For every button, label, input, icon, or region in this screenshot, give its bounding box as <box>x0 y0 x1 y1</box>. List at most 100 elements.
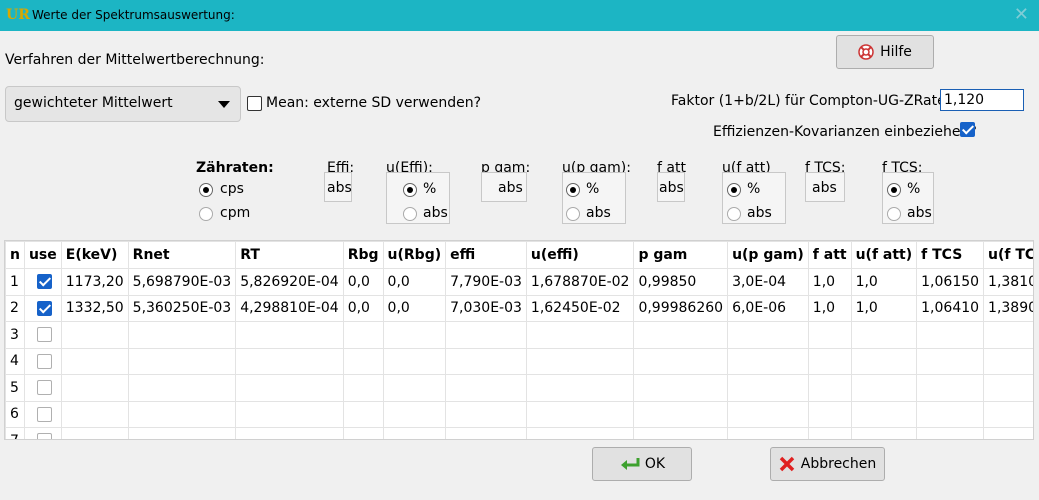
external-sd-checkbox[interactable] <box>247 96 262 111</box>
table-cell[interactable] <box>850 321 918 349</box>
u-effi-percent-radio[interactable] <box>403 183 417 197</box>
table-cell[interactable]: 1,0 <box>807 294 852 322</box>
table-cell[interactable] <box>916 400 985 428</box>
use-cell[interactable] <box>23 321 62 349</box>
column-header[interactable]: f TCS <box>916 241 985 269</box>
table-cell[interactable] <box>342 374 384 402</box>
use-cell[interactable] <box>23 374 62 402</box>
table-cell[interactable]: 3,0E-04 <box>727 268 809 296</box>
table-cell[interactable]: 0,0 <box>342 268 384 296</box>
column-header[interactable]: u(Rbg) <box>382 241 447 269</box>
table-cell[interactable] <box>916 321 985 349</box>
table-cell[interactable] <box>850 374 918 402</box>
table-cell[interactable] <box>633 400 729 428</box>
table-cell[interactable] <box>983 347 1033 375</box>
u-f-att-abs-radio[interactable] <box>727 207 741 221</box>
table-cell[interactable]: 3 <box>5 321 25 349</box>
results-table-wrapper[interactable]: n use E(keV) Rnet RT Rbg u(Rbg) effi u(effi) p ga… <box>4 240 1034 440</box>
table-cell[interactable] <box>342 347 384 375</box>
table-cell[interactable] <box>807 374 852 402</box>
table-cell[interactable] <box>807 400 852 428</box>
table-cell[interactable] <box>445 321 527 349</box>
table-cell[interactable]: 0,99986260 <box>633 294 729 322</box>
table-cell[interactable] <box>916 374 985 402</box>
table-cell[interactable] <box>445 427 527 439</box>
table-cell[interactable] <box>633 427 729 439</box>
u-f-att-percent-radio[interactable] <box>727 183 741 197</box>
table-cell[interactable] <box>983 321 1033 349</box>
u-p-gam-abs-radio[interactable] <box>566 207 580 221</box>
table-cell[interactable]: 0,0 <box>342 294 384 322</box>
table-cell[interactable]: 1,0 <box>850 268 918 296</box>
use-checkbox[interactable] <box>36 274 52 289</box>
table-cell[interactable] <box>525 427 635 439</box>
table-cell[interactable] <box>807 321 852 349</box>
use-cell[interactable] <box>23 427 62 439</box>
cancel-button[interactable]: Abbrechen <box>770 447 885 481</box>
table-cell[interactable] <box>382 400 447 428</box>
table-cell[interactable] <box>60 427 129 439</box>
column-header[interactable]: RT <box>235 241 344 269</box>
table-cell[interactable] <box>983 374 1033 402</box>
column-header[interactable]: Rnet <box>127 241 237 269</box>
table-cell[interactable] <box>235 400 344 428</box>
table-cell[interactable] <box>60 321 129 349</box>
table-cell[interactable]: 1,62450E-02 <box>525 294 635 322</box>
table-cell[interactable] <box>807 427 852 439</box>
table-cell[interactable]: 5,826920E-04 <box>235 268 344 296</box>
use-checkbox[interactable] <box>36 353 52 369</box>
table-cell[interactable] <box>727 374 809 402</box>
table-cell[interactable] <box>382 374 447 402</box>
table-cell[interactable] <box>525 374 635 402</box>
table-cell[interactable] <box>727 321 809 349</box>
table-row[interactable]: 4 <box>5 347 1033 375</box>
table-cell[interactable]: 1 <box>5 268 25 296</box>
table-cell[interactable] <box>727 427 809 439</box>
column-header[interactable]: f att <box>807 241 852 269</box>
table-cell[interactable] <box>127 347 237 375</box>
use-cell[interactable] <box>23 400 62 428</box>
ok-button[interactable]: OK <box>592 447 692 481</box>
use-checkbox[interactable] <box>36 300 52 316</box>
table-row[interactable]: 1 1173,20 5,698790E-03 5,826920E-04 0,0 0,0 7,… <box>5 268 1033 296</box>
table-cell[interactable] <box>342 321 384 349</box>
table-cell[interactable] <box>127 400 237 428</box>
column-header[interactable]: use <box>23 241 62 269</box>
column-header[interactable]: effi <box>445 241 527 269</box>
table-cell[interactable]: 4,298810E-04 <box>235 294 344 322</box>
column-header[interactable]: u(p gam) <box>727 241 809 269</box>
table-cell[interactable]: 5 <box>5 374 25 402</box>
table-cell[interactable] <box>127 374 237 402</box>
table-cell[interactable] <box>525 347 635 375</box>
table-cell[interactable] <box>807 347 852 375</box>
f-tcs-percent-radio[interactable] <box>887 183 901 197</box>
column-header[interactable]: Rbg <box>342 241 384 269</box>
table-cell[interactable]: 6,0E-06 <box>727 294 809 322</box>
mean-method-select[interactable]: gewichteter Mittelwert <box>5 86 241 122</box>
table-cell[interactable] <box>727 400 809 428</box>
column-header[interactable]: E(keV) <box>60 241 129 269</box>
table-cell[interactable]: 6 <box>5 400 25 428</box>
table-cell[interactable]: 2 <box>5 294 25 322</box>
use-checkbox[interactable] <box>36 433 52 439</box>
cpm-radio[interactable] <box>199 207 213 221</box>
table-cell[interactable] <box>850 347 918 375</box>
table-cell[interactable]: 5,360250E-03 <box>127 294 237 322</box>
column-header[interactable]: u(effi) <box>525 241 635 269</box>
table-cell[interactable]: 4 <box>5 347 25 375</box>
table-cell[interactable]: 1173,20 <box>60 268 129 296</box>
table-row[interactable]: 3 <box>5 321 1033 349</box>
table-cell[interactable]: 1,06150 <box>916 268 985 296</box>
table-cell[interactable] <box>633 347 729 375</box>
table-cell[interactable] <box>445 374 527 402</box>
table-row[interactable]: 6 <box>5 400 1033 428</box>
table-cell[interactable] <box>525 321 635 349</box>
table-cell[interactable] <box>342 400 384 428</box>
table-cell[interactable] <box>633 321 729 349</box>
use-cell[interactable] <box>23 347 62 375</box>
table-cell[interactable] <box>60 347 129 375</box>
cps-radio[interactable] <box>199 183 213 197</box>
table-cell[interactable]: 7,030E-03 <box>445 294 527 322</box>
effi-cov-checkbox[interactable] <box>960 122 975 137</box>
table-cell[interactable] <box>983 427 1033 439</box>
